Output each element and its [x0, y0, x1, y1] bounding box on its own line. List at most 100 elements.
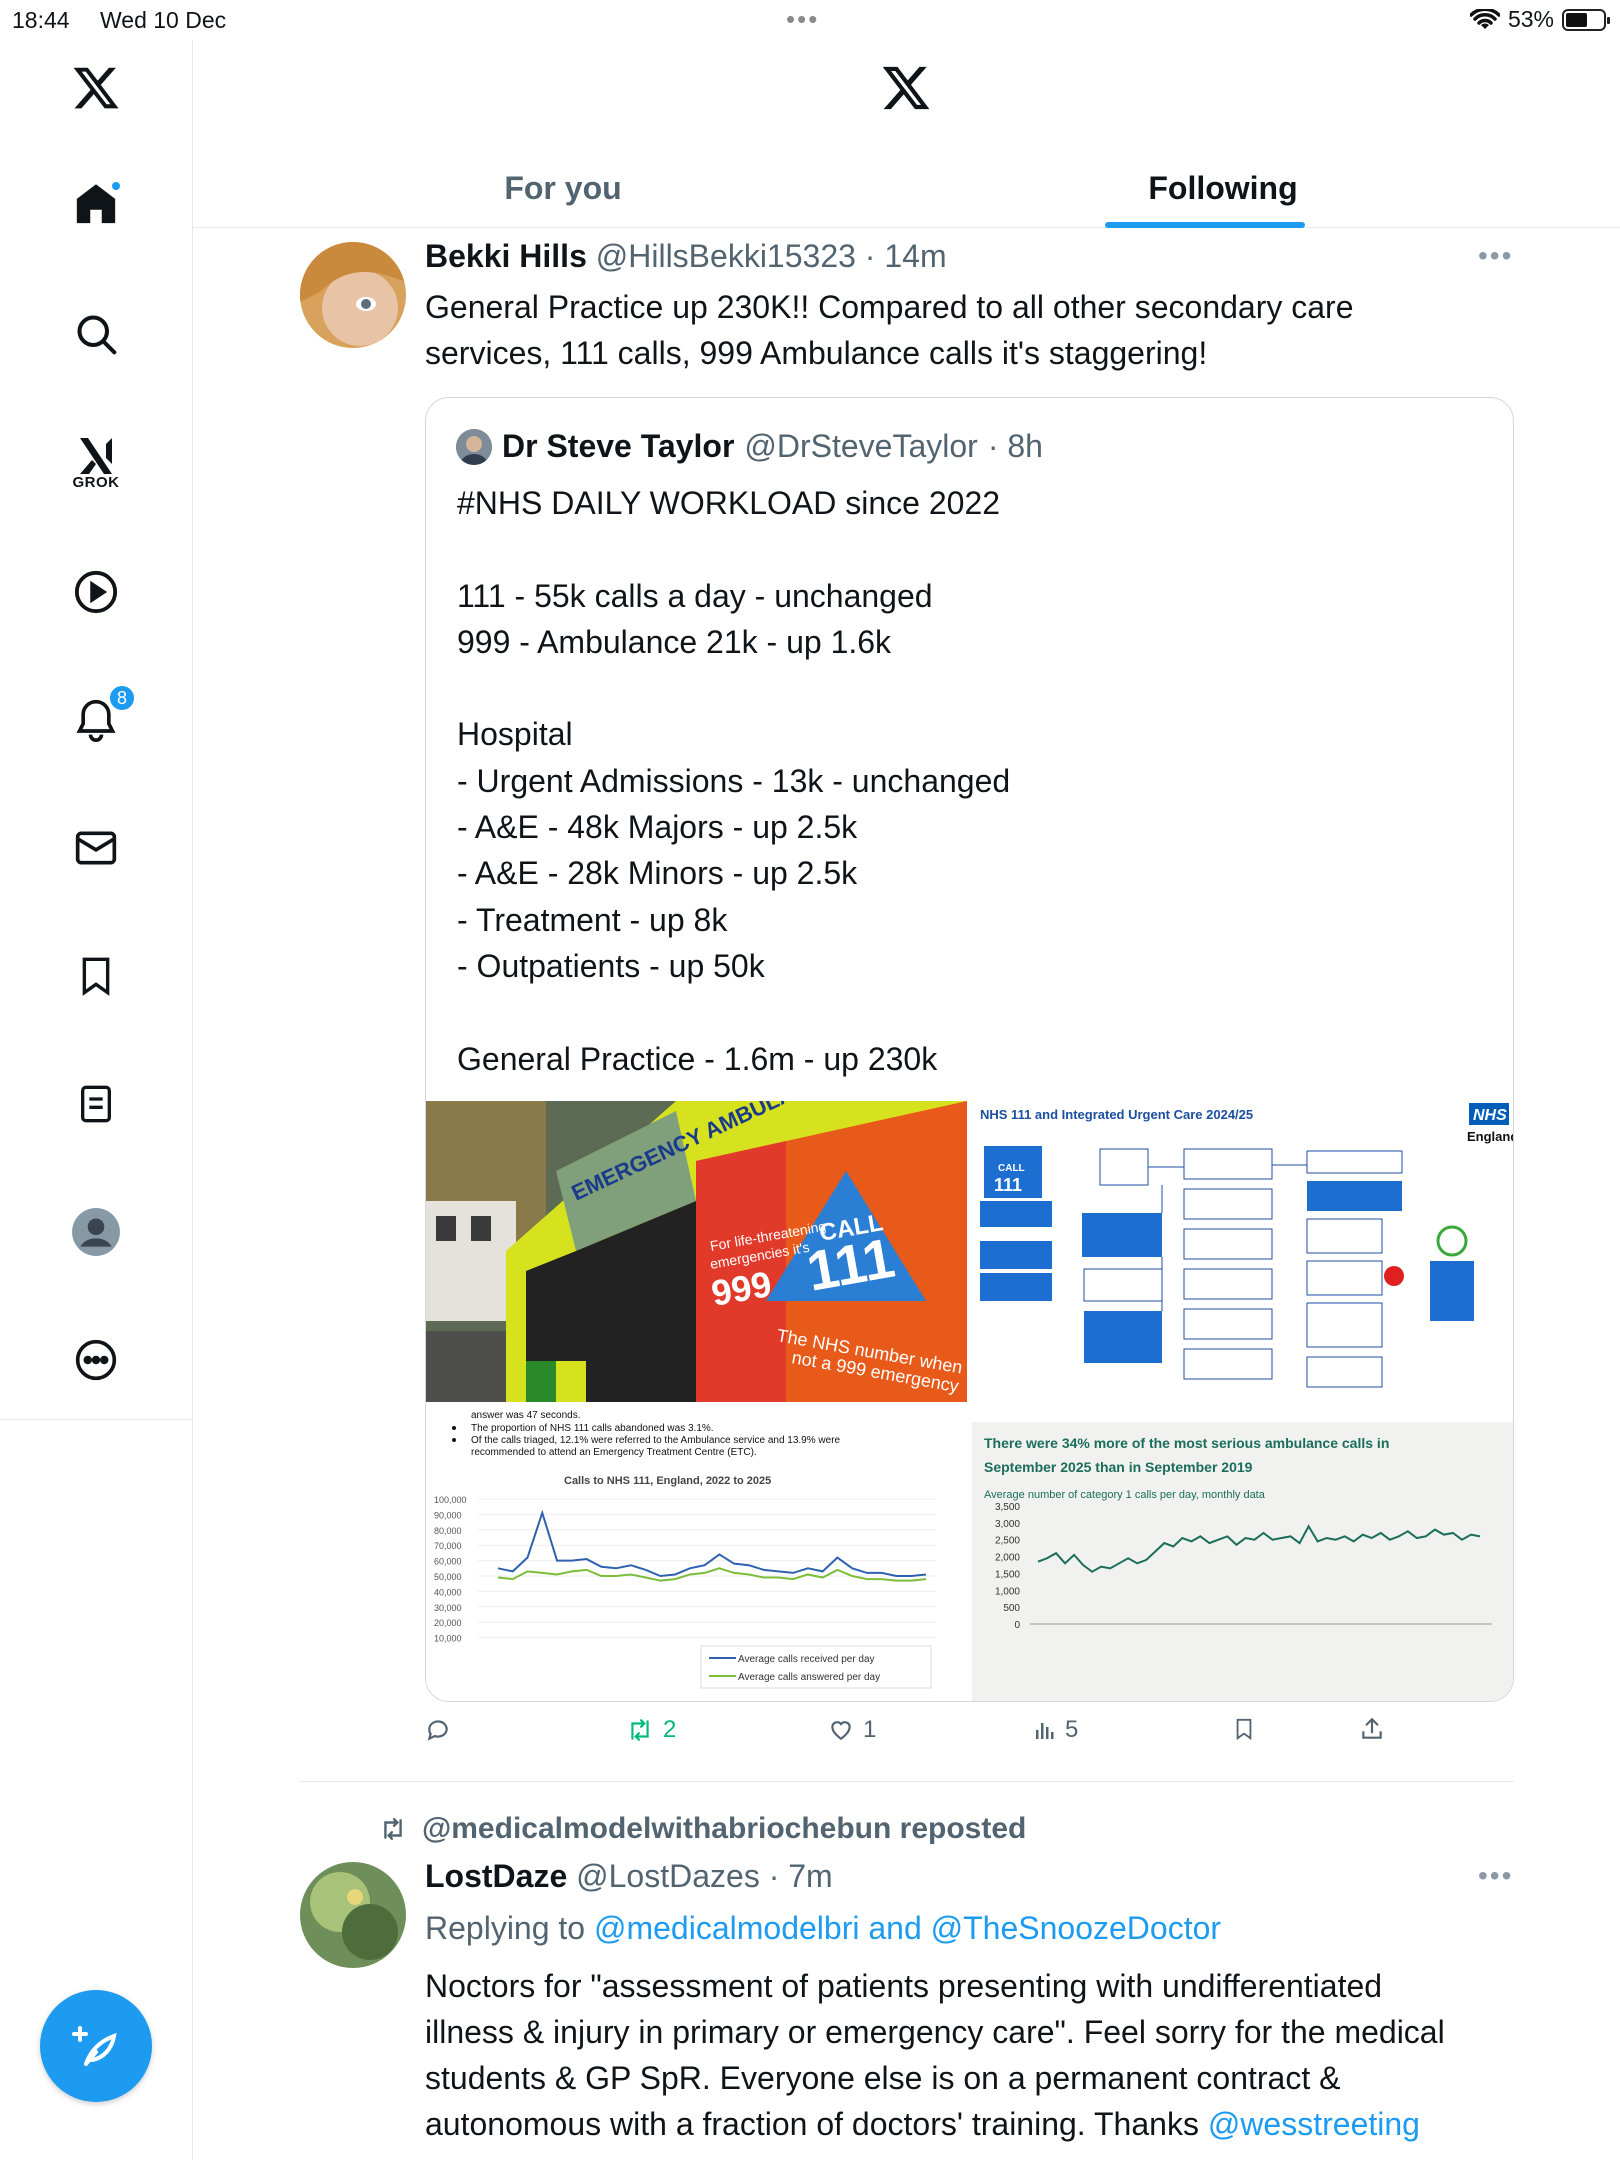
wifi-icon — [1469, 8, 1500, 29]
avatar[interactable] — [300, 1862, 406, 1968]
search-icon[interactable] — [70, 308, 122, 360]
infographic-title: NHS 111 and Integrated Urgent Care 2024/… — [980, 1107, 1253, 1122]
nhs-logo-text: NHS — [1473, 1107, 1507, 1124]
bookmarks-icon[interactable] — [70, 950, 122, 1002]
chart2-ytick: 2,500 — [995, 1536, 1020, 1547]
chart1-ytick: 80,000 — [434, 1526, 462, 1536]
more-options-icon[interactable] — [70, 1334, 122, 1386]
post-more-icon[interactable]: ••• — [1478, 240, 1513, 272]
chart2-ytick: 0 — [1014, 1620, 1020, 1631]
share-button[interactable] — [1359, 1716, 1385, 1742]
like-button[interactable]: 1 — [827, 1716, 876, 1744]
video-icon[interactable] — [70, 566, 122, 618]
chart2-title: September 2025 than in September 2019 — [984, 1459, 1253, 1475]
post-text-line: illness & injury in primary or emergency… — [425, 2014, 1445, 2050]
repost-indicator-icon — [384, 1818, 402, 1840]
chart2-title: There were 34% more of the most serious … — [984, 1435, 1389, 1451]
chart2-ytick: 1,000 — [995, 1586, 1020, 1597]
repost-icon — [631, 1719, 649, 1741]
chart1-ytick: 100,000 — [434, 1495, 467, 1505]
chart2-ytick: 500 — [1003, 1603, 1020, 1614]
notifications-icon[interactable]: 8 — [70, 684, 136, 746]
chart2-ytick: 3,000 — [995, 1519, 1020, 1530]
tab-for-you[interactable]: For you — [393, 150, 733, 227]
chart1-ytick: 90,000 — [434, 1510, 462, 1520]
post-text-line: autonomous with a fraction of doctors' t… — [425, 2106, 1199, 2142]
chart1-ytick: 50,000 — [434, 1572, 462, 1582]
chart1-ytick: 20,000 — [434, 1618, 462, 1628]
chart2-ytick: 1,500 — [995, 1569, 1020, 1580]
replying-to-prefix: Replying to — [425, 1910, 586, 1946]
quoted-post[interactable]: Dr Steve Taylor @DrSteveTaylor · 8h #NHS… — [425, 397, 1514, 1702]
lists-icon[interactable] — [70, 1078, 122, 1130]
views-icon — [1036, 1723, 1054, 1739]
post-text-line: Noctors for "assessment of patients pres… — [425, 1968, 1383, 2004]
multitasking-dots-icon[interactable]: ••• — [786, 4, 819, 35]
grok-icon[interactable]: GROK — [70, 430, 122, 491]
post-time[interactable]: · 7m — [769, 1858, 833, 1894]
x-header-logo-icon[interactable] — [880, 62, 932, 119]
status-bar: 18:44 Wed 10 Dec ••• 53% — [0, 0, 1620, 40]
post-author-name[interactable]: LostDaze — [425, 1858, 567, 1894]
reposted-by-text: @medicalmodelwithabriochebun reposted — [422, 1812, 1027, 1845]
like-count: 1 — [863, 1716, 877, 1743]
chart1-bullet: recommended to attend an Emergency Treat… — [471, 1447, 757, 1458]
status-time: 18:44 — [12, 7, 70, 33]
infographic-image[interactable]: NHS 111 and Integrated Urgent Care 2024/… — [972, 1101, 1514, 1402]
home-icon[interactable] — [70, 178, 122, 230]
chart2-subtitle: Average number of category 1 calls per d… — [984, 1489, 1266, 1501]
calls-chart-image[interactable]: answer was 47 seconds. The proportion of… — [426, 1406, 967, 1701]
chart1-ytick: 60,000 — [434, 1557, 462, 1567]
chart1-ytick: 10,000 — [434, 1634, 462, 1644]
tab-following[interactable]: Following — [1053, 150, 1393, 228]
status-date: Wed 10 Dec — [100, 7, 227, 33]
messages-icon[interactable] — [70, 822, 122, 874]
grok-label: GROK — [72, 474, 120, 491]
ambulance-calls-chart-image[interactable]: There were 34% more of the most serious … — [972, 1406, 1513, 1701]
post-text-line: services, 111 calls, 999 Ambulance calls… — [425, 335, 1208, 371]
chart1-title: Calls to NHS 111, England, 2022 to 2025 — [564, 1475, 771, 1487]
view-count: 5 — [1065, 1716, 1079, 1743]
infographic-call-label: CALL — [998, 1163, 1025, 1174]
post-time[interactable]: · 14m — [865, 238, 947, 274]
post-divider — [300, 1781, 1514, 1782]
reply-button[interactable] — [425, 1716, 459, 1742]
chart1-ytick: 70,000 — [434, 1541, 462, 1551]
bookmark-button[interactable] — [1233, 1716, 1255, 1742]
chart1-bullet: answer was 47 seconds. — [471, 1410, 581, 1421]
bookmark-icon — [1236, 1718, 1252, 1740]
quoted-avatar — [456, 428, 492, 465]
repost-count: 2 — [663, 1716, 677, 1743]
heart-icon — [831, 1721, 851, 1740]
battery-percent: 53% — [1507, 6, 1554, 32]
repost-button[interactable]: 2 — [625, 1716, 676, 1744]
sidebar-nav: GROK 8 — [0, 40, 193, 2160]
compose-post-button[interactable] — [40, 1990, 152, 2102]
chart2-ytick: 2,000 — [995, 1553, 1020, 1564]
mention-link[interactable]: @wesstreeting — [1208, 2106, 1420, 2142]
post-author-name[interactable]: Bekki Hills — [425, 238, 587, 274]
chart1-bullet: Of the calls triaged, 12.1% were referre… — [471, 1435, 841, 1446]
nhs-logo-sub: England — [1467, 1129, 1514, 1144]
ambulance-photo[interactable]: For life-threatening emergencies it's 99… — [426, 1101, 967, 1402]
post-text-line: General Practice up 230K!! Compared to a… — [425, 289, 1354, 325]
chart1-legend-received: Average calls received per day — [738, 1654, 875, 1665]
chart1-ytick: 40,000 — [434, 1587, 462, 1597]
battery-icon — [1562, 8, 1610, 31]
chart2-ytick: 3,500 — [995, 1502, 1020, 1513]
reposted-by-line[interactable]: @medicalmodelwithabriochebun reposted — [378, 1812, 1026, 1846]
quoted-author-handle: @DrSteveTaylor — [744, 428, 978, 464]
quoted-author-name: Dr Steve Taylor — [502, 428, 735, 464]
profile-avatar-icon[interactable] — [70, 1206, 122, 1258]
replying-to-links[interactable]: @medicalmodelbri and @TheSnoozeDoctor — [594, 1910, 1221, 1946]
post-author-handle[interactable]: @HillsBekki15323 — [596, 238, 856, 274]
share-icon — [1362, 1717, 1382, 1739]
post-more-icon[interactable]: ••• — [1478, 1860, 1513, 1892]
x-logo-icon[interactable] — [70, 62, 122, 114]
post-author-handle[interactable]: @LostDazes — [576, 1858, 760, 1894]
views-button[interactable]: 5 — [1033, 1716, 1078, 1744]
reply-icon — [427, 1720, 448, 1741]
notification-count-badge: 8 — [108, 684, 136, 712]
avatar[interactable] — [300, 242, 406, 348]
timeline-tabs: For you Following — [193, 150, 1620, 228]
